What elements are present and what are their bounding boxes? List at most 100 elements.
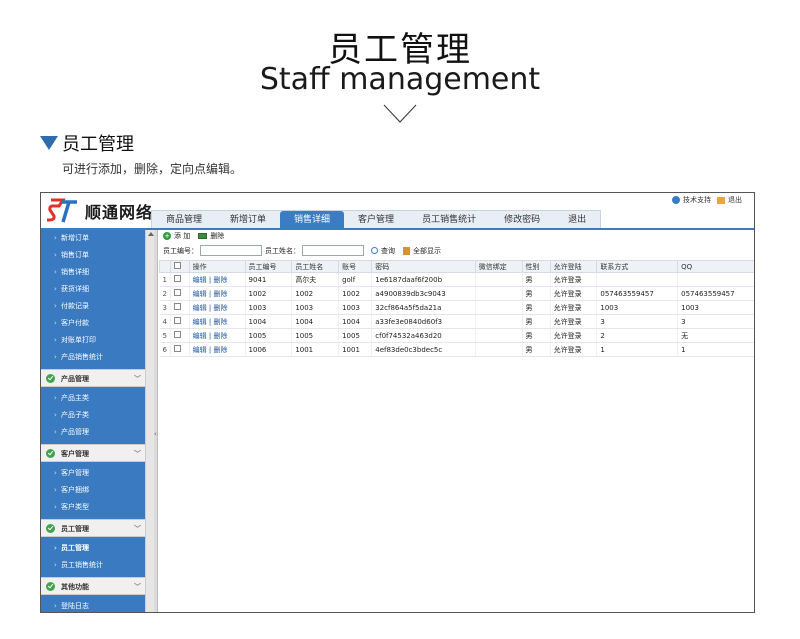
sidebar-item[interactable]: 付款记录 bbox=[41, 298, 153, 315]
sidebar-item[interactable]: 获货详细 bbox=[41, 281, 153, 298]
sidebar-item[interactable]: 销售订单 bbox=[41, 247, 153, 264]
cell-account: 1001 bbox=[338, 342, 373, 357]
tab-customers[interactable]: 客户管理 bbox=[344, 211, 408, 228]
row-index: 3 bbox=[159, 300, 171, 315]
table-row[interactable]: 4 编辑 | 删除 1004 1004 1004 a33fe3e0840d60f3 男允许登… bbox=[159, 314, 754, 329]
header-cell[interactable]: 允许登陆 bbox=[549, 260, 598, 273]
table-header-row: 操作 员工编号 员工姓名 账号 密码 微信绑定 性别 允许登陆 联系方式 QQ bbox=[159, 260, 754, 273]
tab-sales-detail[interactable]: 销售详细 bbox=[280, 211, 345, 228]
edit-delete-link[interactable]: 编辑 | 删除 bbox=[193, 290, 228, 298]
header-cell[interactable]: 微信绑定 bbox=[474, 260, 523, 273]
section-description: 可进行添加，删除，定向点编辑。 bbox=[62, 162, 243, 176]
section-header: 员工管理 bbox=[40, 130, 134, 156]
edit-delete-link[interactable]: 编辑 | 删除 bbox=[193, 346, 228, 354]
row-actions: 编辑 | 删除 bbox=[189, 314, 246, 329]
row-checkbox[interactable] bbox=[173, 303, 181, 310]
edit-delete-link[interactable]: 编辑 | 删除 bbox=[193, 332, 228, 340]
add-button[interactable]: + 添 加 bbox=[163, 231, 190, 241]
edit-delete-link[interactable]: 编辑 | 删除 bbox=[193, 304, 228, 312]
sidebar-item[interactable]: 产品销售统计 bbox=[41, 349, 153, 366]
toolbar: + 添 加 删除 bbox=[159, 230, 754, 242]
edit-delete-link[interactable]: 编辑 | 删除 bbox=[193, 318, 228, 326]
row-select bbox=[170, 272, 190, 287]
row-checkbox[interactable] bbox=[173, 331, 181, 338]
panel-splitter[interactable]: ‹ bbox=[154, 230, 158, 612]
sidebar-item[interactable]: 对账单打印 bbox=[41, 332, 153, 349]
header-cell[interactable]: 员工姓名 bbox=[291, 260, 340, 273]
emp-id-input[interactable] bbox=[200, 245, 262, 256]
emp-id-label: 员工编号： bbox=[163, 246, 198, 255]
row-index: 5 bbox=[159, 328, 171, 343]
row-select bbox=[170, 342, 190, 357]
cell-name: 1001 bbox=[291, 342, 340, 357]
cell-qq: 3 bbox=[677, 314, 754, 329]
sidebar-group-staff[interactable]: 员工管理 ﹀ bbox=[41, 519, 153, 537]
cell-qq: 无 bbox=[677, 328, 754, 343]
check-circle-icon bbox=[46, 524, 55, 533]
table-row[interactable]: 3 编辑 | 删除 1003 1003 1003 32cf864a5f5da21a 男允许登… bbox=[159, 300, 754, 315]
header-cell[interactable]: 密码 bbox=[371, 260, 476, 273]
tab-exit[interactable]: 退出 bbox=[554, 211, 600, 228]
table-row[interactable]: 6 编辑 | 删除 1006 1001 1001 4ef83de0c3bdec5c 男允许登… bbox=[159, 342, 754, 357]
cell-contact: 1003 bbox=[596, 300, 679, 315]
sidebar-item[interactable]: 客户类型 bbox=[41, 499, 153, 516]
row-checkbox[interactable] bbox=[173, 317, 181, 324]
sidebar-group-label: 产品管理 bbox=[61, 375, 89, 383]
tab-goods[interactable]: 商品管理 bbox=[152, 211, 216, 228]
logout-icon bbox=[717, 196, 725, 204]
sidebar-item[interactable]: 销售详细 bbox=[41, 264, 153, 281]
row-checkbox[interactable] bbox=[173, 275, 181, 282]
sidebar-item[interactable]: 产品管理 bbox=[41, 424, 153, 441]
table-row[interactable]: 5 编辑 | 删除 1005 1005 1005 cf0f74532a463d20 男允许登… bbox=[159, 328, 754, 343]
sidebar-item[interactable]: 新增订单 bbox=[41, 230, 153, 247]
sidebar-group-products[interactable]: 产品管理 ﹀ bbox=[41, 369, 153, 387]
row-checkbox[interactable] bbox=[173, 345, 181, 352]
tab-change-password[interactable]: 修改密码 bbox=[490, 211, 554, 228]
sidebar-group-customers[interactable]: 客户管理 ﹀ bbox=[41, 444, 153, 462]
check-circle-icon bbox=[46, 374, 55, 383]
header-cell[interactable]: 联系方式 bbox=[596, 260, 679, 273]
cell-password: 1e6187daaf6f200b bbox=[371, 272, 476, 287]
header-cell[interactable]: 账号 bbox=[338, 260, 373, 273]
delete-icon bbox=[198, 233, 208, 239]
sidebar-item[interactable]: 客户管理 bbox=[41, 465, 153, 482]
row-checkbox[interactable] bbox=[173, 289, 181, 296]
chevron-down-icon: ﹀ bbox=[134, 525, 141, 533]
sidebar-item[interactable]: 员工销售统计 bbox=[41, 557, 153, 574]
cell-login: 允许登录 bbox=[550, 272, 598, 287]
sidebar-scrollbar[interactable] bbox=[145, 230, 154, 612]
select-all-checkbox[interactable] bbox=[173, 262, 181, 269]
cell-account: golf bbox=[338, 272, 373, 287]
cell-gender: 男 bbox=[522, 314, 551, 329]
sidebar-item[interactable]: 产品主类 bbox=[41, 390, 153, 407]
cell-wechat bbox=[475, 314, 523, 329]
logout-link[interactable]: 退出 bbox=[728, 195, 742, 205]
header-cell[interactable]: 员工编号 bbox=[244, 260, 293, 273]
section-title: 员工管理 bbox=[62, 134, 134, 155]
table-row[interactable]: 1 编辑 | 删除 9041 高尔夫 golf 1e6187daaf6f200b 男允许登录 bbox=[159, 272, 754, 287]
tab-new-order[interactable]: 新增订单 bbox=[216, 211, 280, 228]
sidebar-item[interactable]: 客户捆绑 bbox=[41, 482, 153, 499]
cell-account: 1003 bbox=[338, 300, 373, 315]
emp-name-input[interactable] bbox=[302, 245, 364, 256]
edit-delete-link[interactable]: 编辑 | 删除 bbox=[193, 276, 228, 284]
header-select bbox=[169, 260, 190, 273]
support-link[interactable]: 技术支持 bbox=[683, 195, 711, 205]
table-row[interactable]: 2 编辑 | 删除 1002 1002 1002 a4900839db3c9043 男允许登… bbox=[159, 286, 754, 301]
header-cell[interactable]: QQ bbox=[677, 260, 754, 273]
cell-contact: 057463559457 bbox=[596, 286, 679, 301]
collapse-icon[interactable]: ‹ bbox=[154, 430, 157, 438]
row-actions: 编辑 | 删除 bbox=[189, 342, 246, 357]
delete-button[interactable]: 删除 bbox=[198, 231, 224, 241]
sidebar-item[interactable]: 登陆日志 bbox=[41, 598, 153, 612]
header-cell[interactable]: 性别 bbox=[521, 260, 551, 273]
show-all-button[interactable]: 全部显示 bbox=[413, 246, 441, 256]
query-button[interactable]: 查询 bbox=[381, 246, 395, 256]
sidebar-item-staff-management[interactable]: 员工管理 bbox=[41, 540, 153, 557]
sidebar-group-other[interactable]: 其他功能 ﹀ bbox=[41, 577, 153, 595]
cell-qq: 057463559457 bbox=[677, 286, 754, 301]
sidebar-item[interactable]: 客户付款 bbox=[41, 315, 153, 332]
sidebar-item[interactable]: 产品子类 bbox=[41, 407, 153, 424]
logo-icon bbox=[47, 198, 77, 223]
tab-staff-sales[interactable]: 员工销售统计 bbox=[408, 211, 490, 228]
